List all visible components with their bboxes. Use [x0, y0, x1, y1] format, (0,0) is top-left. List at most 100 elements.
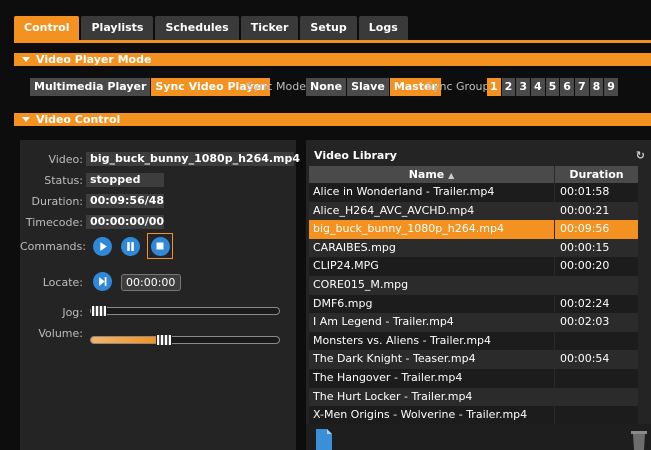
- sync-group-5[interactable]: 5: [545, 78, 560, 96]
- main-tabs: Control Playlists Schedules Ticker Setup…: [14, 16, 410, 40]
- sync-group-2[interactable]: 2: [501, 78, 516, 96]
- table-row[interactable]: DMF6.mpg 00:02:24: [309, 294, 638, 314]
- video-value: big_buck_bunny_1080p_h264.mp4: [86, 152, 300, 166]
- row-name-cell: The Hurt Locker - Trailer.mp4: [313, 389, 473, 403]
- jog-slider-handle[interactable]: [91, 305, 107, 317]
- video-library-rows: Alice in Wonderland - Trailer.mp4 00:01:5…: [309, 183, 638, 425]
- row-duration-cell: 00:02:03: [554, 313, 638, 332]
- sync-group-1[interactable]: 1: [487, 78, 501, 96]
- table-row[interactable]: CORE015_M.mpg: [309, 275, 638, 295]
- row-duration-cell: 00:09:56: [554, 220, 638, 239]
- row-name-cell: DMF6.mpg: [313, 296, 373, 310]
- timecode-label: Timecode:: [25, 216, 83, 229]
- table-row[interactable]: CARAIBES.mpg 00:00:15: [309, 238, 638, 258]
- row-name-cell: CLIP24.MPG: [313, 259, 379, 273]
- locate-button[interactable]: [93, 272, 112, 291]
- tab-setup[interactable]: Setup: [300, 16, 357, 40]
- row-name-cell: Monsters vs. Aliens - Trailer.mp4: [313, 333, 492, 347]
- row-duration-cell: 00:01:58: [554, 183, 638, 202]
- row-name-cell: Alice_H264_AVC_AVCHD.mp4: [313, 203, 475, 217]
- duration-value: 00:09:56/48: [86, 194, 164, 208]
- volume-slider[interactable]: [90, 334, 280, 346]
- tab-control[interactable]: Control: [14, 16, 80, 40]
- sync-mode-toggle: None Slave Master: [306, 78, 442, 96]
- sync-mode-none[interactable]: None: [306, 78, 347, 96]
- pause-button[interactable]: [121, 237, 140, 256]
- stop-button-frame[interactable]: [147, 233, 173, 259]
- video-label: Video:: [48, 153, 83, 166]
- table-row[interactable]: Monsters vs. Aliens - Trailer.mp4: [309, 331, 638, 351]
- stop-button[interactable]: [150, 236, 170, 256]
- row-duration-cell: [554, 368, 638, 388]
- status-label: Status:: [44, 174, 83, 187]
- pause-icon: [127, 242, 134, 251]
- row-duration-cell: [554, 331, 638, 351]
- status-value: stopped: [86, 173, 164, 187]
- volume-label: Volume:: [38, 327, 83, 340]
- table-row[interactable]: Alice_H264_AVC_AVCHD.mp4 00:00:21: [309, 201, 638, 221]
- duration-label: Duration:: [31, 195, 83, 208]
- section-video-control[interactable]: Video Control: [14, 113, 651, 126]
- table-row[interactable]: The Hangover - Trailer.mp4: [309, 368, 638, 388]
- table-row[interactable]: X-Men Origins - Wolverine - Trailer.mp4: [309, 406, 638, 425]
- table-row[interactable]: I Am Legend - Trailer.mp4 00:02:03: [309, 313, 638, 332]
- column-header-duration[interactable]: Duration: [555, 166, 638, 183]
- table-row[interactable]: The Dark Knight - Teaser.mp4 00:00:54: [309, 350, 638, 369]
- column-name-label: Name: [408, 168, 445, 181]
- trash-icon[interactable]: [629, 428, 649, 450]
- table-row[interactable]: big_buck_bunny_1080p_h264.mp4 00:09:56: [309, 220, 638, 239]
- volume-slider-handle[interactable]: [156, 334, 172, 346]
- section-title: Video Player Mode: [36, 53, 152, 66]
- video-library-title: Video Library ↻: [306, 149, 651, 163]
- collapse-triangle-icon: [22, 117, 30, 122]
- tab-schedules[interactable]: Schedules: [155, 16, 239, 40]
- row-name-cell: The Dark Knight - Teaser.mp4: [313, 352, 476, 366]
- sync-group-8[interactable]: 8: [589, 78, 604, 96]
- locate-label: Locate:: [42, 276, 83, 289]
- player-mode-toggle: Multimedia Player Sync Video Player: [30, 78, 271, 96]
- sync-group-7[interactable]: 7: [574, 78, 589, 96]
- row-duration-cell: [554, 387, 638, 407]
- tab-playlists[interactable]: Playlists: [81, 16, 154, 40]
- sync-group-3[interactable]: 3: [516, 78, 530, 96]
- jog-slider[interactable]: [90, 305, 280, 317]
- row-duration-cell: 00:00:54: [554, 350, 638, 369]
- tab-logs[interactable]: Logs: [358, 16, 408, 40]
- multimedia-player-button[interactable]: Multimedia Player: [30, 78, 151, 96]
- tab-ticker[interactable]: Ticker: [240, 16, 299, 40]
- row-duration-cell: 00:00:21: [554, 201, 638, 221]
- table-row[interactable]: Alice in Wonderland - Trailer.mp4 00:01:5…: [309, 183, 638, 202]
- skip-to-icon: [99, 277, 107, 286]
- row-duration-cell: [554, 275, 638, 295]
- column-header-name[interactable]: Name ▲: [309, 166, 555, 183]
- sync-group-buttons: 1 2 3 4 5 6 7 8 9: [487, 78, 619, 96]
- row-duration-cell: 00:02:24: [554, 294, 638, 314]
- sync-mode-label: Sync Mode:: [246, 80, 310, 93]
- sync-group-9[interactable]: 9: [604, 78, 618, 96]
- sync-group-4[interactable]: 4: [530, 78, 545, 96]
- locate-input[interactable]: 00:00:00: [121, 274, 181, 291]
- collapse-triangle-icon: [22, 57, 30, 62]
- play-button[interactable]: [93, 237, 112, 256]
- table-row[interactable]: The Hurt Locker - Trailer.mp4: [309, 387, 638, 407]
- sync-mode-slave[interactable]: Slave: [347, 78, 389, 96]
- section-video-player-mode[interactable]: Video Player Mode: [14, 53, 651, 66]
- row-name-cell: I Am Legend - Trailer.mp4: [313, 315, 454, 329]
- row-name-cell: CARAIBES.mpg: [313, 240, 396, 254]
- video-library-footer: [306, 424, 651, 450]
- commands-label: Commands:: [20, 240, 86, 253]
- row-name-cell: Alice in Wonderland - Trailer.mp4: [313, 185, 495, 198]
- sync-group-label: Sync Group:: [426, 80, 494, 93]
- row-duration-cell: [554, 406, 638, 425]
- table-row[interactable]: CLIP24.MPG 00:00:20: [309, 257, 638, 276]
- sync-group-6[interactable]: 6: [560, 78, 574, 96]
- section-title: Video Control: [36, 113, 121, 126]
- row-duration-cell: 00:00:15: [554, 238, 638, 258]
- row-name-cell: CORE015_M.mpg: [313, 277, 409, 291]
- sort-ascending-icon: ▲: [448, 171, 455, 180]
- row-name-cell: big_buck_bunny_1080p_h264.mp4: [313, 222, 504, 236]
- row-name-cell: X-Men Origins - Wolverine - Trailer.mp4: [313, 408, 528, 422]
- add-file-icon[interactable]: [314, 428, 334, 450]
- refresh-icon[interactable]: ↻: [636, 149, 645, 162]
- jog-label: Jog:: [62, 306, 83, 319]
